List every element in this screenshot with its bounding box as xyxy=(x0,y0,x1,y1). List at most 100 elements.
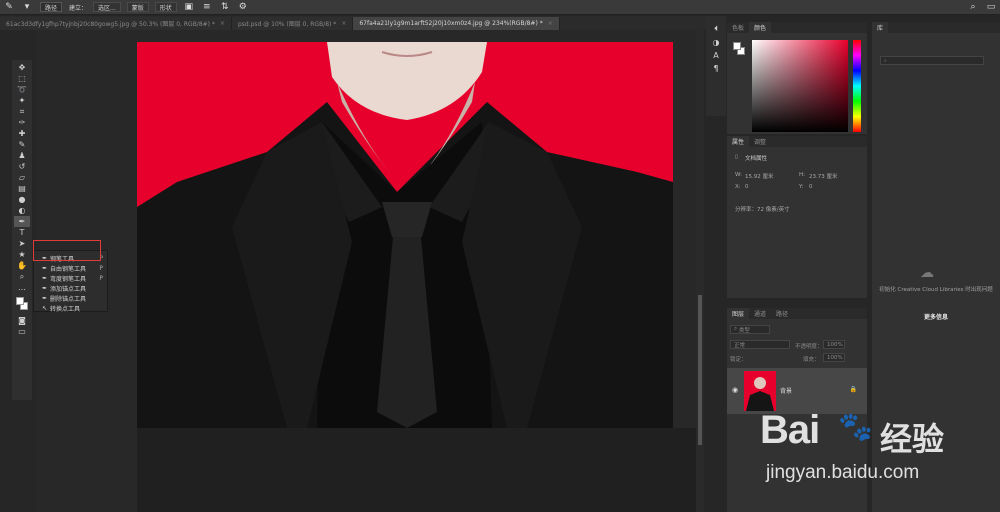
foreground-color-swatch[interactable] xyxy=(16,297,24,305)
y-value[interactable]: 0 xyxy=(809,184,813,190)
fill-input[interactable]: 100% xyxy=(823,353,845,362)
pen-tool-icon[interactable]: ✎ xyxy=(0,0,18,15)
tab-color[interactable]: 颜色 xyxy=(749,22,772,33)
move-tool-icon[interactable]: ✥ xyxy=(14,62,30,73)
clone-stamp-tool-icon[interactable]: ♟ xyxy=(14,150,30,161)
mode-select[interactable]: 路径 xyxy=(40,2,63,12)
color-field[interactable] xyxy=(752,40,848,132)
quick-mask-icon[interactable]: ◙ xyxy=(14,315,30,326)
flyout-label: 删除锚点工具 xyxy=(50,295,87,303)
flyout-item-delete-anchor[interactable]: ✒ 删除锚点工具 xyxy=(34,293,107,303)
quick-select-tool-icon[interactable]: ✦ xyxy=(14,95,30,106)
tab-paths[interactable]: 路径 xyxy=(771,308,793,319)
scrollbar-thumb[interactable] xyxy=(698,295,702,445)
shape-button[interactable]: 形状 xyxy=(154,2,177,12)
character-icon[interactable]: A xyxy=(713,51,718,60)
settings-icon[interactable]: ⚙ xyxy=(234,0,252,15)
watermark-brand: Bai xyxy=(760,408,820,452)
layer-filter-select[interactable]: ⌕ 类型 xyxy=(730,325,770,334)
paragraph-icon[interactable]: ¶ xyxy=(713,64,718,73)
vertical-scrollbar[interactable] xyxy=(696,30,704,512)
panel-icon-strip: ⏴ ◑ A ¶ xyxy=(706,16,726,116)
path-selection-tool-icon[interactable]: ➤ xyxy=(14,238,30,249)
tab-label: 67fa4a21ly1g9m1arft52j20j10xm0z4.jpg @ 2… xyxy=(359,20,543,27)
brush-tool-icon[interactable]: ✎ xyxy=(14,139,30,150)
creative-cloud-icon: ☁ xyxy=(920,265,934,281)
eyedropper-tool-icon[interactable]: ✑ xyxy=(14,117,30,128)
baidu-watermark: Bai 🐾 经验 jingyan.baidu.com xyxy=(760,408,990,508)
chevron-down-icon[interactable]: ▾ xyxy=(18,0,36,15)
library-search-input[interactable]: ⌕ xyxy=(880,56,984,65)
opacity-input[interactable]: 100% xyxy=(823,340,845,349)
x-value[interactable]: 0 xyxy=(745,184,749,190)
type-tool-icon[interactable]: T xyxy=(14,227,30,238)
tab-document-2[interactable]: psd.psd @ 10% (图层 0, RGB/8) * × xyxy=(231,17,354,30)
eraser-tool-icon[interactable]: ▱ xyxy=(14,172,30,183)
tab-swatches[interactable]: 色板 xyxy=(727,22,749,33)
tab-channels[interactable]: 通道 xyxy=(749,308,771,319)
path-operations-icon[interactable]: ▣ xyxy=(180,0,198,15)
more-tools-icon[interactable]: … xyxy=(14,282,30,293)
make-label: 建立： xyxy=(69,4,88,12)
screen-mode-icon[interactable]: ▭ xyxy=(14,326,30,337)
flyout-item-freeform-pen[interactable]: ✒ 自由钢笔工具 P xyxy=(34,263,107,273)
gradient-tool-icon[interactable]: ▤ xyxy=(14,183,30,194)
height-value[interactable]: 23.73 厘米 xyxy=(809,172,838,180)
tab-libraries[interactable]: 库 xyxy=(872,22,889,33)
history-icon[interactable]: ⏴ xyxy=(714,24,718,34)
highlight-box xyxy=(33,240,101,261)
search-icon[interactable]: ⌕ xyxy=(964,0,982,15)
tab-layers[interactable]: 图层 xyxy=(727,308,750,319)
library-error-message: 初始化 Creative Cloud Libraries 时出现问题 xyxy=(879,287,993,293)
tools-panel: ✥ ⬚ ➰ ✦ ⌗ ✑ ✚ ✎ ♟ ↺ ▱ ▤ ● ◐ ✒ T ➤ ★ ✋ ⌕ … xyxy=(12,60,32,400)
color-swatches[interactable] xyxy=(14,295,30,315)
width-value[interactable]: 15.92 厘米 xyxy=(745,172,774,180)
canvas-pasteboard xyxy=(137,428,699,512)
history-brush-tool-icon[interactable]: ↺ xyxy=(14,161,30,172)
libraries-panel-tabs: 库 xyxy=(872,22,1000,33)
path-arrangement-icon[interactable]: ⇅ xyxy=(216,0,234,15)
adjust-icon[interactable]: ◑ xyxy=(713,38,720,47)
crop-tool-icon[interactable]: ⌗ xyxy=(14,106,30,117)
width-label: W: xyxy=(735,172,742,178)
marquee-tool-icon[interactable]: ⬚ xyxy=(14,73,30,84)
healing-brush-tool-icon[interactable]: ✚ xyxy=(14,128,30,139)
options-bar: ✎ ▾ 路径 建立： 选区... 蒙版 形状 ▣ ≡ ⇅ ⚙ ⌕ ▭ xyxy=(0,0,1000,15)
blend-mode-select[interactable]: 正常 xyxy=(730,340,790,349)
more-info-link[interactable]: 更多信息 xyxy=(872,312,1000,321)
flyout-item-add-anchor[interactable]: ✒ 添加锚点工具 xyxy=(34,283,107,293)
freeform-pen-icon: ✒ xyxy=(42,264,48,272)
workspace-icon[interactable]: ▭ xyxy=(982,0,1000,15)
path-alignment-icon[interactable]: ≡ xyxy=(198,0,216,15)
selection-button[interactable]: 选区... xyxy=(93,2,121,12)
tab-properties[interactable]: 属性 xyxy=(727,136,750,147)
pen-tool-icon[interactable]: ✒ xyxy=(14,216,30,227)
opacity-label: 不透明度： xyxy=(795,344,823,350)
layer-thumbnail xyxy=(744,371,776,411)
shape-tool-icon[interactable]: ★ xyxy=(14,249,30,260)
watermark-brand-tail: 经验 xyxy=(880,420,945,458)
hue-slider[interactable] xyxy=(853,40,861,132)
zoom-tool-icon[interactable]: ⌕ xyxy=(14,271,30,282)
delete-anchor-icon: ✒ xyxy=(42,294,48,302)
lock-label: 锁定： xyxy=(730,357,747,363)
flyout-item-convert-point[interactable]: ↖ 转换点工具 xyxy=(34,303,107,313)
eye-icon[interactable]: ◉ xyxy=(732,386,738,394)
tab-document-3[interactable]: 67fa4a21ly1g9m1arft52j20j10xm0z4.jpg @ 2… xyxy=(353,17,560,30)
convert-point-icon: ↖ xyxy=(42,304,48,312)
close-icon[interactable]: × xyxy=(220,20,225,27)
tab-document-1[interactable]: 61ac3d3dfy1gfhp7tyjnbj20c80gowg5.jpg @ 5… xyxy=(0,17,232,30)
tab-adjustments[interactable]: 调整 xyxy=(749,136,771,147)
tab-label: 61ac3d3dfy1gfhp7tyjnbj20c80gowg5.jpg @ 5… xyxy=(6,21,215,28)
dodge-tool-icon[interactable]: ◐ xyxy=(14,205,30,216)
foreground-color-chip[interactable] xyxy=(733,42,741,50)
shortcut-key: P xyxy=(99,274,103,282)
document-image[interactable] xyxy=(137,42,673,428)
mask-button[interactable]: 蒙版 xyxy=(126,2,149,12)
close-icon[interactable]: × xyxy=(548,20,553,27)
flyout-item-curvature-pen[interactable]: ✒ 弯度钢笔工具 P xyxy=(34,273,107,283)
lasso-tool-icon[interactable]: ➰ xyxy=(14,84,30,95)
hand-tool-icon[interactable]: ✋ xyxy=(14,260,30,271)
blur-tool-icon[interactable]: ● xyxy=(14,194,30,205)
close-icon[interactable]: × xyxy=(341,20,346,27)
